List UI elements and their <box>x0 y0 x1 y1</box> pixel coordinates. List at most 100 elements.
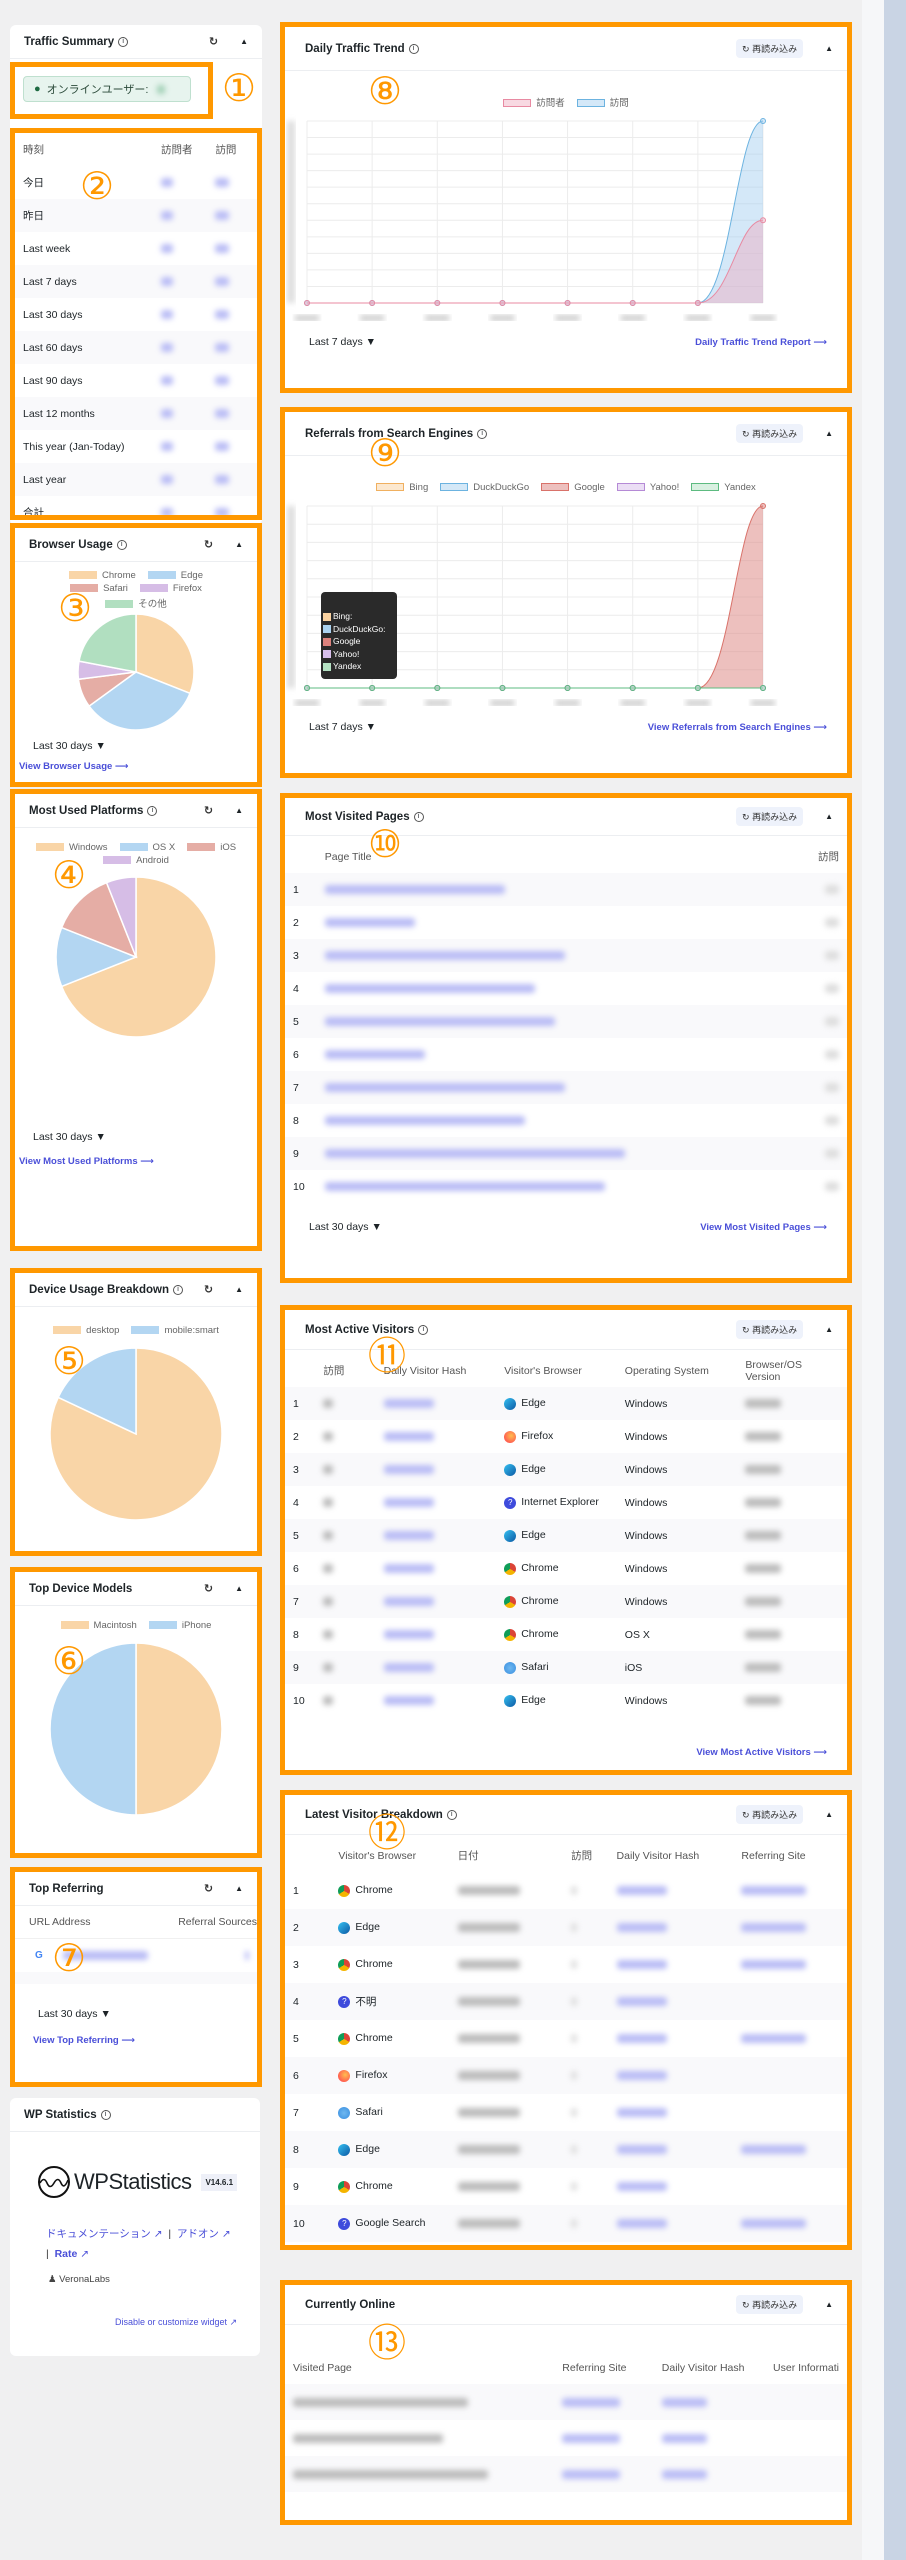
info-icon[interactable]: i <box>446 1809 457 1820</box>
customize-widget-link[interactable]: Disable or customize widget <box>115 2317 227 2327</box>
data-point[interactable] <box>434 685 441 691</box>
visitors-value[interactable] <box>161 310 174 320</box>
page-title-link[interactable] <box>324 1050 425 1060</box>
range-select[interactable]: Last 30 days ▼ <box>15 1984 257 2020</box>
visitor-hash-link[interactable] <box>383 1432 434 1442</box>
page-title-link[interactable] <box>324 984 535 994</box>
visits-value[interactable] <box>215 310 230 320</box>
reload-icon[interactable]: ↻ <box>204 804 213 817</box>
info-icon[interactable]: i <box>100 2109 111 2120</box>
visitor-hash-link[interactable] <box>383 1531 434 1541</box>
legend-item[interactable]: Android <box>103 855 169 866</box>
visitor-hash-link[interactable] <box>383 1564 434 1574</box>
visitor-hash-link[interactable] <box>383 1498 434 1508</box>
page-title-link[interactable] <box>324 885 505 895</box>
rate-link[interactable]: Rate <box>55 2248 78 2260</box>
visitor-hash-link[interactable] <box>383 1465 434 1475</box>
visitor-hash-link[interactable] <box>661 2469 707 2479</box>
collapse-caret-icon[interactable]: ▲ <box>825 44 833 53</box>
data-point[interactable] <box>434 300 441 306</box>
range-select[interactable]: Last 30 days ▼ <box>15 736 257 752</box>
visitor-hash-link[interactable] <box>661 2397 707 2407</box>
view-top-referring-link[interactable]: View Top Referring <box>33 2035 119 2046</box>
info-icon[interactable]: i <box>408 43 419 54</box>
data-point[interactable] <box>369 300 376 306</box>
reload-icon[interactable]: ↻ <box>209 35 218 48</box>
info-icon[interactable]: i <box>118 36 129 47</box>
visitor-hash-link[interactable] <box>383 1597 434 1607</box>
data-point[interactable] <box>760 503 766 509</box>
visitors-value[interactable] <box>161 211 174 221</box>
legend-item[interactable]: OS X <box>119 842 175 853</box>
info-icon[interactable]: i <box>116 539 127 550</box>
visitor-hash-link[interactable] <box>616 2108 667 2118</box>
legend-item[interactable]: iPhone <box>148 1620 211 1631</box>
view-browser-usage-link[interactable]: View Browser Usage <box>19 761 112 772</box>
visitors-value[interactable] <box>161 376 174 386</box>
info-icon[interactable]: i <box>147 805 158 816</box>
reload-button[interactable]: ↻ 再読み込み <box>736 1805 804 1824</box>
visitor-hash-link[interactable] <box>661 2433 707 2443</box>
visitor-hash-link[interactable] <box>616 2034 667 2044</box>
data-point[interactable] <box>694 685 701 691</box>
legend-item[interactable]: 訪問 <box>576 95 629 109</box>
legend-item[interactable]: iOS <box>187 842 236 853</box>
collapse-caret-icon[interactable]: ▲ <box>235 540 243 549</box>
referring-site-link[interactable] <box>562 2397 621 2407</box>
referring-site-link[interactable] <box>741 2145 807 2155</box>
view-most-visited-link[interactable]: View Most Visited Pages <box>700 1222 811 1233</box>
reload-button[interactable]: ↻ 再読み込み <box>736 2295 804 2314</box>
reload-button[interactable]: ↻ 再読み込み <box>736 1320 804 1339</box>
visitor-hash-link[interactable] <box>383 1630 434 1640</box>
visitors-value[interactable] <box>161 277 174 287</box>
daily-trend-report-link[interactable]: Daily Traffic Trend Report <box>695 337 811 348</box>
legend-item[interactable]: Chrome <box>69 570 136 581</box>
data-point[interactable] <box>564 685 571 691</box>
view-most-active-link[interactable]: View Most Active Visitors <box>696 1747 810 1758</box>
visits-value[interactable] <box>215 409 230 419</box>
visits-value[interactable] <box>215 475 230 485</box>
referring-site-link[interactable] <box>741 1886 807 1896</box>
range-select[interactable]: Last 30 days ▼ <box>15 1119 257 1143</box>
page-title-link[interactable] <box>324 1116 525 1126</box>
legend-item[interactable]: Google <box>541 482 605 493</box>
page-title-link[interactable] <box>324 1017 555 1027</box>
visitors-value[interactable] <box>161 508 174 515</box>
referring-site-link[interactable] <box>741 1923 807 1933</box>
reload-icon[interactable]: ↻ <box>204 1582 213 1595</box>
data-point[interactable] <box>760 685 766 691</box>
legend-item[interactable]: Yandex <box>691 482 756 493</box>
collapse-caret-icon[interactable]: ▲ <box>240 37 248 46</box>
visitors-value[interactable] <box>161 475 174 485</box>
collapse-caret-icon[interactable]: ▲ <box>235 1584 243 1593</box>
referring-site-link[interactable] <box>562 2469 621 2479</box>
reload-button[interactable]: ↻ 再読み込み <box>736 424 804 443</box>
range-select[interactable]: Last 7 days ▼ <box>309 721 376 733</box>
data-point[interactable] <box>304 300 310 306</box>
data-point[interactable] <box>760 217 766 224</box>
page-title-link[interactable] <box>324 1182 605 1192</box>
page-title-link[interactable] <box>324 918 415 928</box>
referring-site-link[interactable] <box>741 2219 807 2229</box>
referring-site-link[interactable] <box>741 2034 807 2044</box>
reload-button[interactable]: ↻ 再読み込み <box>736 39 804 58</box>
view-platforms-link[interactable]: View Most Used Platforms <box>19 1156 138 1167</box>
legend-item[interactable]: Edge <box>147 570 203 581</box>
reload-icon[interactable]: ↻ <box>204 1283 213 1296</box>
visitor-hash-link[interactable] <box>383 1663 434 1673</box>
visitor-hash-link[interactable] <box>616 1960 667 1970</box>
visits-value[interactable] <box>215 277 230 287</box>
page-title-link[interactable] <box>324 1083 565 1093</box>
visitor-hash-link[interactable] <box>616 2182 667 2192</box>
page-title-link[interactable] <box>324 1149 625 1159</box>
reload-icon[interactable]: ↻ <box>204 538 213 551</box>
legend-item[interactable]: Bing <box>376 482 428 493</box>
legend-item[interactable]: Yahoo! <box>616 482 679 493</box>
view-search-engines-link[interactable]: View Referrals from Search Engines <box>648 722 811 733</box>
data-point[interactable] <box>304 685 310 691</box>
collapse-caret-icon[interactable]: ▲ <box>825 1810 833 1819</box>
data-point[interactable] <box>499 300 506 306</box>
info-icon[interactable]: i <box>413 811 424 822</box>
data-point[interactable] <box>499 685 506 691</box>
visitors-value[interactable] <box>161 442 174 452</box>
